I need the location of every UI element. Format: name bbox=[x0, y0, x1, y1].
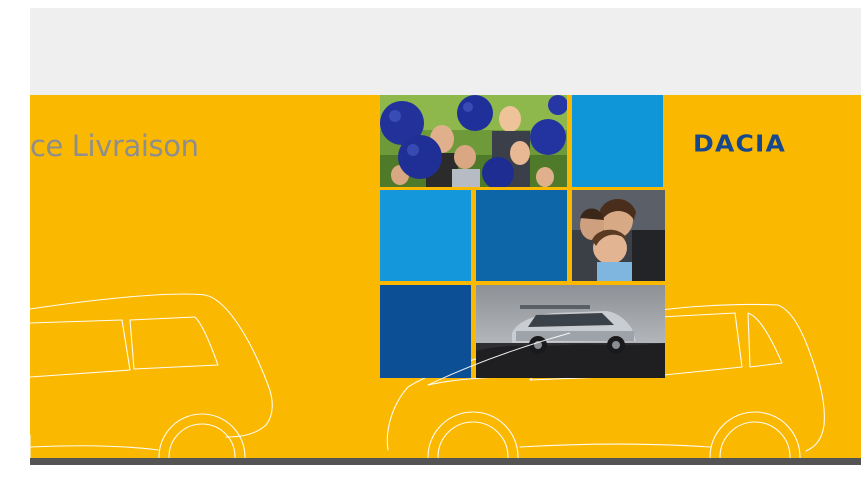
blue-tile bbox=[476, 190, 567, 281]
bottom-bar bbox=[30, 458, 861, 465]
balloons-photo bbox=[380, 95, 567, 187]
dacia-logo-icon[interactable]: DACIA bbox=[693, 130, 786, 157]
friends-photo bbox=[572, 190, 665, 281]
hero-banner[interactable]: ce Livraison DACIA bbox=[30, 95, 861, 458]
blue-tile bbox=[380, 285, 471, 378]
photo-mosaic bbox=[380, 95, 665, 378]
blue-tile bbox=[380, 190, 471, 281]
slide-title: ce Livraison bbox=[30, 129, 199, 163]
top-blank-area bbox=[30, 8, 861, 95]
suv-photo bbox=[476, 285, 665, 378]
blue-tile bbox=[572, 95, 663, 187]
